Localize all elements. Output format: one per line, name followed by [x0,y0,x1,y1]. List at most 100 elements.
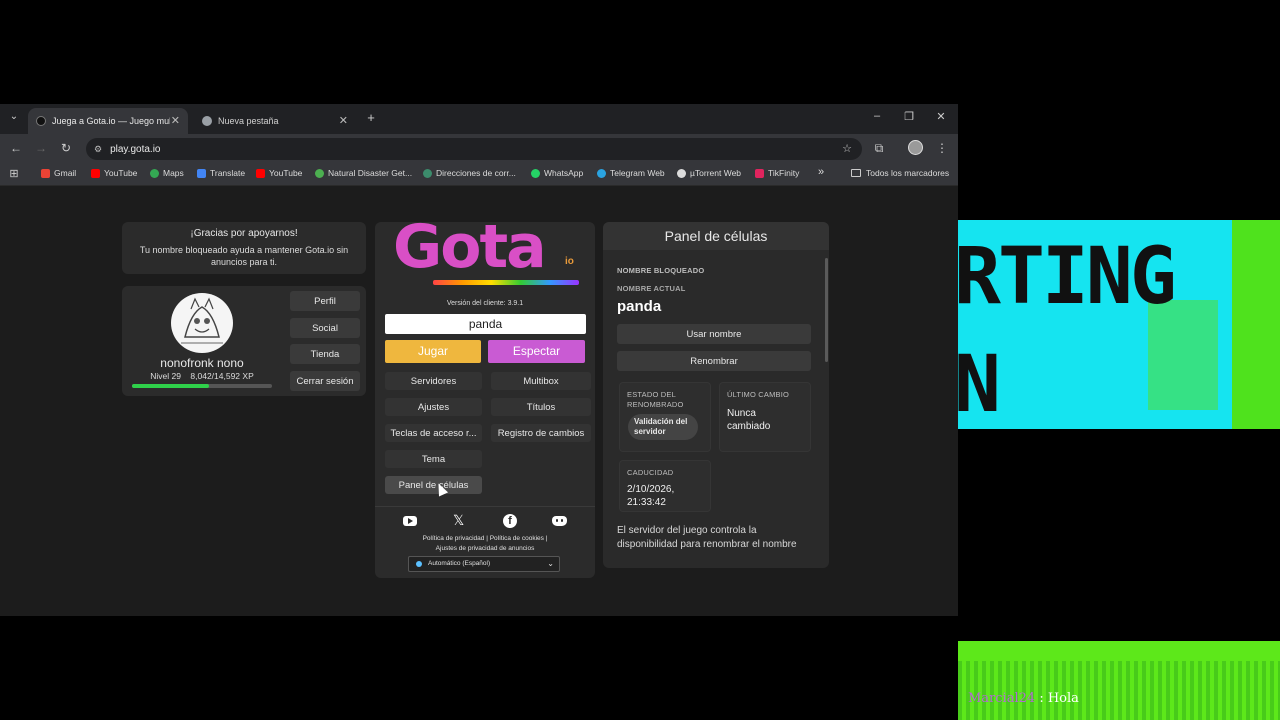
bookmark-label: TikFinity [768,168,800,178]
bookmark-translate[interactable]: Translate [197,168,245,178]
language-select[interactable]: Automático (Español) ⌄ [408,556,560,572]
nickname-input[interactable]: panda [385,314,586,334]
bookmark-telegram[interactable]: Telegram Web [597,168,665,178]
bookmark-utorrent[interactable]: µTorrent Web [677,168,741,178]
support-title: ¡Gracias por apoyarnos! [190,228,298,239]
back-icon[interactable]: ← [8,141,24,155]
tab-search-icon[interactable]: ⌄ [6,111,22,122]
stream-overlay-banner: RTING N [958,220,1280,429]
changelog-button[interactable]: Registro de cambios [491,424,591,442]
tikfinity-icon [755,168,764,178]
separator: | [545,535,548,542]
logo-suffix: io [565,256,574,267]
bookmark-label: YouTube [269,168,303,178]
last-change-box: ÚLTIMO CAMBIO Nunca cambiado [719,382,811,452]
language-value: Automático (Español) [428,560,491,567]
level-row: Nivel 29 8,042/14,592 XP [122,371,282,381]
tab-new[interactable]: Nueva pestaña ✕ [194,108,356,134]
bookmark-youtube[interactable]: YouTube [91,168,137,178]
multibox-button[interactable]: Multibox [491,372,591,390]
xp-bar [132,384,272,388]
tab-title: Nueva pestaña [218,116,279,126]
shop-button[interactable]: Tienda [290,344,360,364]
legal-links: Política de privacidad | Política de coo… [375,535,595,542]
bookmark-direcciones[interactable]: Direcciones de corr... [423,168,516,178]
bookmark-label: Telegram Web [610,168,665,178]
chat-separator: : [1039,691,1048,706]
close-window-icon[interactable]: ✕ [931,110,951,123]
youtube-icon [256,168,265,178]
profile-avatar-icon[interactable] [908,140,924,155]
youtube-icon [91,168,100,178]
hotkeys-button[interactable]: Teclas de acceso r... [385,424,482,442]
bookmark-natural-disaster[interactable]: Natural Disaster Get... [315,168,412,178]
reload-icon[interactable]: ↻ [58,141,74,155]
restore-icon[interactable]: ❐ [899,110,919,123]
tab-gota[interactable]: Juega a Gota.io — Juego multijugador ✕ [28,108,188,134]
chat-username: Marcial24 [968,691,1036,706]
address-bar[interactable]: ⚙ play.gota.io ☆ [86,138,862,160]
bookmark-tikfinity[interactable]: TikFinity [755,168,799,178]
settings-button[interactable]: Ajustes [385,398,482,416]
expiry-box: CADUCIDAD 2/10/2026, 21:33:42 [619,460,711,512]
profile-button[interactable]: Perfil [290,291,360,311]
expiry-value: 2/10/2026, 21:33:42 [627,484,675,508]
rename-state-label: ESTADO DEL RENOMBRADO [627,390,684,409]
ad-privacy-link[interactable]: Ajustes de privacidad de anuncios [375,545,595,552]
play-button[interactable]: Jugar [385,340,481,363]
bookmark-star-icon[interactable]: ☆ [842,142,852,155]
scrollbar[interactable] [825,258,828,362]
bookmark-label: Gmail [54,168,77,178]
folder-icon [851,169,861,177]
new-tab-button[interactable]: + [363,110,379,125]
bookmark-label: Natural Disaster Get... [328,168,413,178]
bookmark-youtube-2[interactable]: YouTube [256,168,302,178]
social-button[interactable]: Social [290,318,360,338]
discord-icon[interactable] [552,516,567,526]
minimize-icon[interactable]: – [867,110,887,122]
site-info-icon[interactable]: ⚙ [94,144,102,155]
privacy-policy-link[interactable]: Política de privacidad [423,535,485,542]
bookmark-whatsapp[interactable]: WhatsApp [531,168,583,178]
chrome-favicon-icon [202,116,212,126]
rename-state-badge: Validación del servidor [628,414,698,440]
last-change-label: ÚLTIMO CAMBIO [727,390,790,399]
menu-kebab-icon[interactable]: ⋮ [934,141,950,155]
bookmark-maps[interactable]: Maps [150,168,184,178]
extensions-icon[interactable]: ⧉ [871,141,887,156]
youtube-icon[interactable] [403,516,417,526]
bookmarks-bar: ⊞ Gmail YouTube Maps Translate YouTube N… [0,164,958,186]
forward-icon[interactable]: → [33,141,49,155]
level-text: Nivel 29 [150,371,181,381]
globe-icon [423,168,432,178]
theme-button[interactable]: Tema [385,450,482,468]
all-bookmarks[interactable]: Todos los marcadores [851,168,949,178]
apps-grid-icon[interactable]: ⊞ [6,167,22,180]
avatar[interactable] [171,293,233,353]
facebook-icon[interactable]: f [503,514,517,528]
current-name-value: panda [617,298,662,315]
spectate-button[interactable]: Espectar [488,340,585,363]
logo-text: Gota [393,212,547,282]
use-name-button[interactable]: Usar nombre [617,324,811,344]
servers-button[interactable]: Servidores [385,372,482,390]
rename-note: El servidor del juego controla la dispon… [617,525,797,550]
more-bookmarks-icon[interactable]: » [818,166,824,178]
titles-button[interactable]: Títulos [491,398,591,416]
close-tab-icon[interactable]: ✕ [171,114,180,127]
chat-message: Marcial24 : Hola [968,691,1079,706]
gota-favicon-icon [36,116,46,126]
last-change-value: Nunca cambiado [727,408,771,432]
client-version: Versión del cliente: 3.9.1 [446,300,524,307]
close-tab-icon[interactable]: ✕ [339,114,348,127]
x-icon[interactable]: 𝕏 [453,512,464,529]
bookmark-label: Todos los marcadores [866,168,950,178]
xp-bar-fill [132,384,210,388]
bookmark-gmail[interactable]: Gmail [41,168,76,178]
bookmark-label: YouTube [104,168,138,178]
main-menu-card: Gota io Versión del cliente: 3.9.1 panda… [375,212,595,578]
bookmark-label: Direcciones de corr... [436,168,516,178]
logout-button[interactable]: Cerrar sesión [290,371,360,391]
cookie-policy-link[interactable]: Política de cookies [490,535,544,542]
rename-button[interactable]: Renombrar [617,351,811,371]
